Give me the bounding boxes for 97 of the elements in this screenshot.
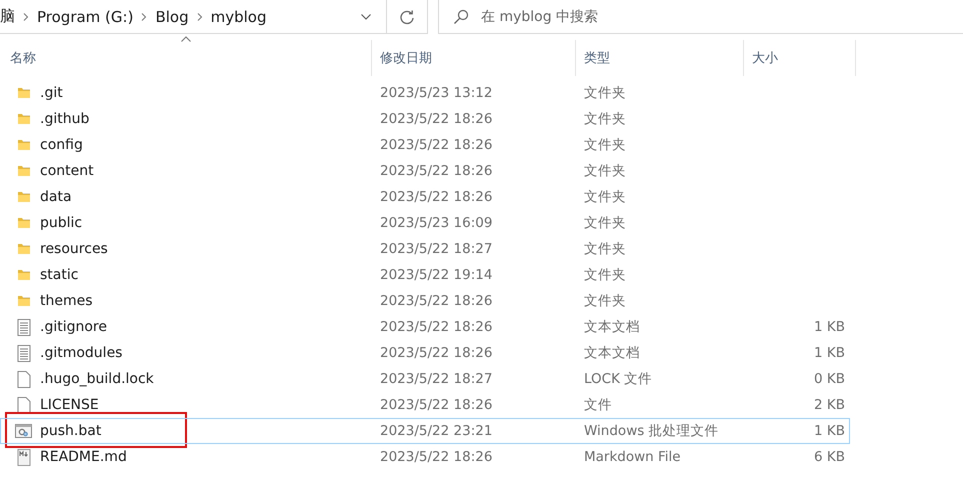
document-icon <box>16 318 30 336</box>
caret-icon <box>361 14 371 20</box>
gear-window-icon <box>15 424 32 438</box>
breadcrumb[interactable]: Blog <box>155 8 189 26</box>
modified-date: 2023/5/22 18:26 <box>379 449 494 465</box>
breadcrumb[interactable]: myblog <box>210 8 267 26</box>
column-header[interactable]: 大小 <box>744 40 856 76</box>
file-size: 2 KB <box>814 397 845 413</box>
file-type: LOCK 文件 <box>583 370 654 388</box>
file-name: .gitmodules <box>40 345 122 361</box>
chevron-icon <box>23 12 29 20</box>
search-field[interactable]: 在 myblog 中搜索 <box>479 8 963 26</box>
modified-date: 2023/5/22 18:26 <box>379 345 494 361</box>
search-icon <box>453 8 469 24</box>
file-name: public <box>40 215 82 231</box>
folder-icon <box>16 216 30 230</box>
file-name: static <box>40 267 78 283</box>
file-size: 0 KB <box>814 371 845 387</box>
folder-icon <box>16 190 30 204</box>
file-row[interactable]: content 2023/5/22 18:26 文件夹 <box>0 158 850 184</box>
file-type: 文件夹 <box>583 240 627 258</box>
file-row[interactable]: LICENSE 2023/5/22 18:26 文件 2 KB <box>0 392 850 418</box>
breadcrumb[interactable]: Program (G:) <box>37 8 134 26</box>
file-row[interactable]: data 2023/5/22 18:26 文件夹 <box>0 184 850 210</box>
file-row[interactable]: .gitignore 2023/5/22 18:26 文本文档 1 KB <box>0 314 850 340</box>
modified-date: 2023/5/22 23:21 <box>379 423 494 439</box>
chevron-icon <box>196 12 203 20</box>
file-type: 文件夹 <box>583 110 627 128</box>
file-type: Markdown File <box>583 449 682 465</box>
file-type: 文本文档 <box>583 344 641 362</box>
markdown-file-icon <box>16 448 30 466</box>
file-size: 1 KB <box>814 319 845 335</box>
modified-date: 2023/5/22 18:26 <box>379 293 494 309</box>
file-row[interactable]: .git 2023/5/23 13:12 文件夹 <box>0 80 850 106</box>
file-icon <box>16 396 30 414</box>
file-name: data <box>40 189 72 205</box>
document-icon <box>16 344 30 362</box>
file-name: .hugo_build.lock <box>40 371 154 387</box>
file-type: 文件 <box>583 396 613 414</box>
folder-icon <box>16 86 30 100</box>
modified-date: 2023/5/22 18:27 <box>379 371 494 387</box>
file-row[interactable]: .gitmodules 2023/5/22 18:26 文本文档 1 KB <box>0 340 850 366</box>
column-header[interactable]: 修改日期 <box>372 40 576 76</box>
file-row[interactable]: push.bat 2023/5/22 23:21 Windows 批处理文件 1 KB <box>0 418 850 444</box>
file-size: 6 KB <box>814 449 845 465</box>
column-header[interactable]: 类型 <box>576 40 744 76</box>
file-name: push.bat <box>40 423 102 439</box>
file-row[interactable]: themes 2023/5/22 18:26 文件夹 <box>0 288 850 314</box>
modified-date: 2023/5/22 18:26 <box>379 163 494 179</box>
file-row[interactable]: .github 2023/5/22 18:26 文件夹 <box>0 106 850 132</box>
file-name: content <box>40 163 94 179</box>
file-name: resources <box>40 241 108 257</box>
file-row[interactable]: README.md 2023/5/22 18:26 Markdown File 6 KB <box>0 444 850 470</box>
file-name: .git <box>40 85 63 101</box>
column-header[interactable]: 名称 <box>0 40 372 76</box>
modified-date: 2023/5/22 18:26 <box>379 189 494 205</box>
file-size: 1 KB <box>814 345 845 361</box>
file-row[interactable]: config 2023/5/22 18:26 文件夹 <box>0 132 850 158</box>
modified-date: 2023/5/22 18:26 <box>379 137 494 153</box>
modified-date: 2023/5/22 18:26 <box>379 319 494 335</box>
folder-icon <box>16 294 30 308</box>
folder-icon <box>16 112 30 126</box>
file-type: 文件夹 <box>583 84 627 102</box>
modified-date: 2023/5/22 18:26 <box>379 397 494 413</box>
file-row[interactable]: public 2023/5/23 16:09 文件夹 <box>0 210 850 236</box>
file-type: 文件夹 <box>583 136 627 154</box>
file-type: 文件夹 <box>583 214 627 232</box>
file-icon <box>16 370 30 388</box>
folder-icon <box>16 268 30 282</box>
breadcrumb[interactable]: 脑 <box>0 7 15 26</box>
file-type: 文件夹 <box>583 188 627 206</box>
modified-date: 2023/5/22 19:14 <box>379 267 494 283</box>
file-name: themes <box>40 293 93 309</box>
address-bar[interactable]: 脑 Program (G:) Blog myblog <box>0 0 428 34</box>
file-name: config <box>40 137 83 153</box>
modified-date: 2023/5/23 16:09 <box>379 215 494 231</box>
refresh-icon <box>399 8 415 24</box>
file-row[interactable]: .hugo_build.lock 2023/5/22 18:27 LOCK 文件 0 KB <box>0 366 850 392</box>
modified-date: 2023/5/22 18:27 <box>379 241 494 257</box>
file-type: 文件夹 <box>583 292 627 310</box>
modified-date: 2023/5/22 18:26 <box>379 111 494 127</box>
folder-icon <box>16 242 30 256</box>
modified-date: 2023/5/23 13:12 <box>379 85 494 101</box>
file-row[interactable]: resources 2023/5/22 18:27 文件夹 <box>0 236 850 262</box>
file-row[interactable]: static 2023/5/22 19:14 文件夹 <box>0 262 850 288</box>
file-type: Windows 批处理文件 <box>583 422 720 440</box>
file-name: LICENSE <box>40 397 99 413</box>
file-type: 文本文档 <box>583 318 641 336</box>
file-size: 1 KB <box>814 423 845 439</box>
file-name: .github <box>40 111 90 127</box>
file-name: README.md <box>40 449 127 465</box>
file-type: 文件夹 <box>583 266 627 284</box>
chevron-icon <box>141 12 148 20</box>
folder-icon <box>16 138 30 152</box>
file-name: .gitignore <box>40 319 107 335</box>
folder-icon <box>16 164 30 178</box>
file-type: 文件夹 <box>583 162 627 180</box>
